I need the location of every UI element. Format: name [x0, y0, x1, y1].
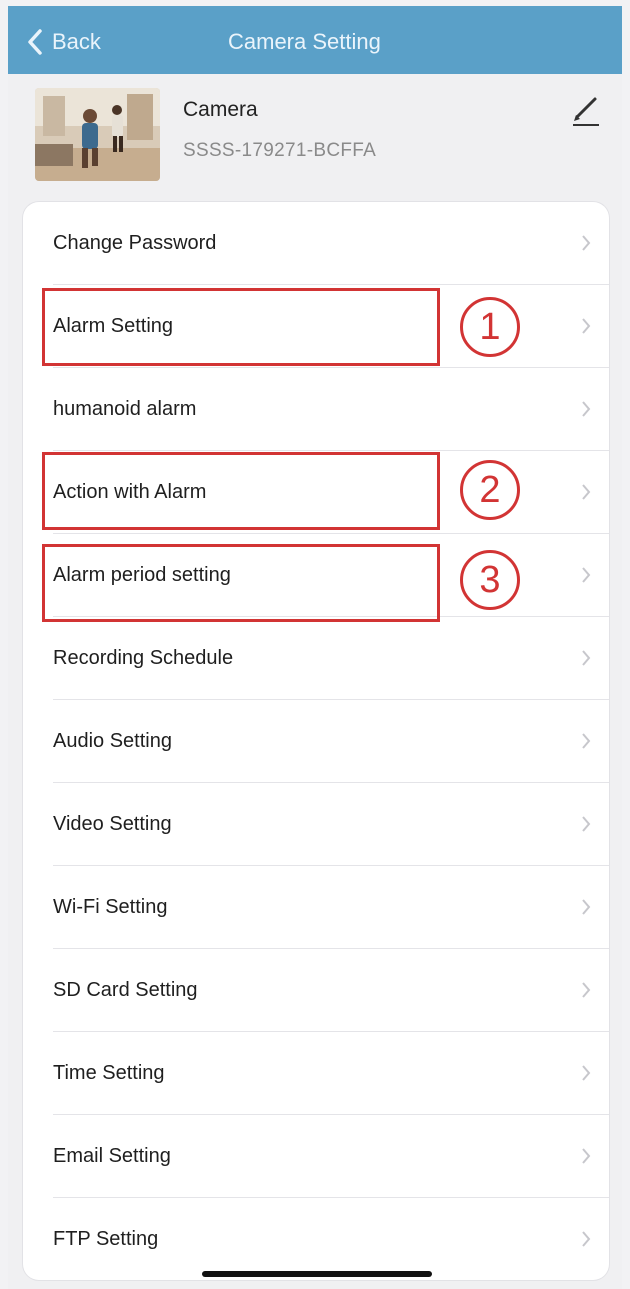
menu-item-recording-schedule[interactable]: Recording Schedule: [23, 617, 609, 700]
back-label: Back: [52, 29, 101, 54]
device-id: SSSS-179271-BCFFA: [183, 140, 377, 161]
back-button[interactable]: Back: [26, 24, 101, 60]
app-screen: Back Camera Setting Camera SSSS-179271-B…: [8, 6, 622, 1289]
chevron-right-icon: [582, 484, 591, 500]
chevron-right-icon: [582, 1148, 591, 1164]
chevron-right-icon: [582, 650, 591, 666]
menu-item-label: Video Setting: [53, 813, 172, 835]
menu-item-label: Time Setting: [53, 1062, 165, 1084]
menu-item-label: Recording Schedule: [53, 647, 234, 669]
page-title: Camera Setting: [228, 29, 381, 54]
chevron-right-icon: [582, 567, 591, 583]
annotation-number-2: 2: [460, 460, 520, 520]
chevron-right-icon: [582, 733, 591, 749]
device-name: Camera: [183, 98, 258, 121]
menu-item-humanoid-alarm[interactable]: humanoid alarm: [23, 368, 609, 451]
navigation-bar: Back Camera Setting: [8, 6, 622, 74]
menu-item-label: Audio Setting: [53, 730, 172, 752]
annotation-box-alarm-setting: [42, 288, 440, 366]
chevron-right-icon: [582, 235, 591, 251]
chevron-right-icon: [582, 401, 591, 417]
menu-item-email-setting[interactable]: Email Setting: [23, 1115, 609, 1198]
chevron-right-icon: [582, 1231, 591, 1247]
menu-item-change-password[interactable]: Change Password: [23, 202, 609, 285]
menu-item-label: humanoid alarm: [53, 398, 197, 420]
menu-item-time-setting[interactable]: Time Setting: [23, 1032, 609, 1115]
camera-preview-image: [35, 88, 160, 181]
chevron-right-icon: [582, 816, 591, 832]
menu-item-ftp-setting[interactable]: FTP Setting: [23, 1198, 609, 1281]
annotation-number-1: 1: [460, 297, 520, 357]
menu-item-label: FTP Setting: [53, 1228, 159, 1250]
chevron-right-icon: [582, 1065, 591, 1081]
menu-item-label: Email Setting: [53, 1145, 171, 1167]
menu-item-wifi-setting[interactable]: Wi-Fi Setting: [23, 866, 609, 949]
menu-item-video-setting[interactable]: Video Setting: [23, 783, 609, 866]
menu-item-sd-card-setting[interactable]: SD Card Setting: [23, 949, 609, 1032]
chevron-right-icon: [582, 899, 591, 915]
menu-item-label: Wi-Fi Setting: [53, 896, 168, 918]
annotation-box-action-with-alarm: [42, 452, 440, 530]
camera-thumbnail[interactable]: [35, 88, 160, 181]
pencil-icon: [573, 97, 599, 126]
annotation-number-3: 3: [460, 550, 520, 610]
chevron-right-icon: [582, 982, 591, 998]
chevron-left-icon: [28, 29, 42, 55]
home-indicator: [202, 1271, 432, 1277]
edit-name-button[interactable]: [568, 92, 604, 128]
menu-item-label: SD Card Setting: [53, 979, 198, 1001]
chevron-right-icon: [582, 318, 591, 334]
menu-item-audio-setting[interactable]: Audio Setting: [23, 700, 609, 783]
device-header: Camera SSSS-179271-BCFFA: [8, 74, 622, 194]
menu-item-label: Change Password: [53, 232, 217, 254]
annotation-box-alarm-period-setting: [42, 544, 440, 622]
